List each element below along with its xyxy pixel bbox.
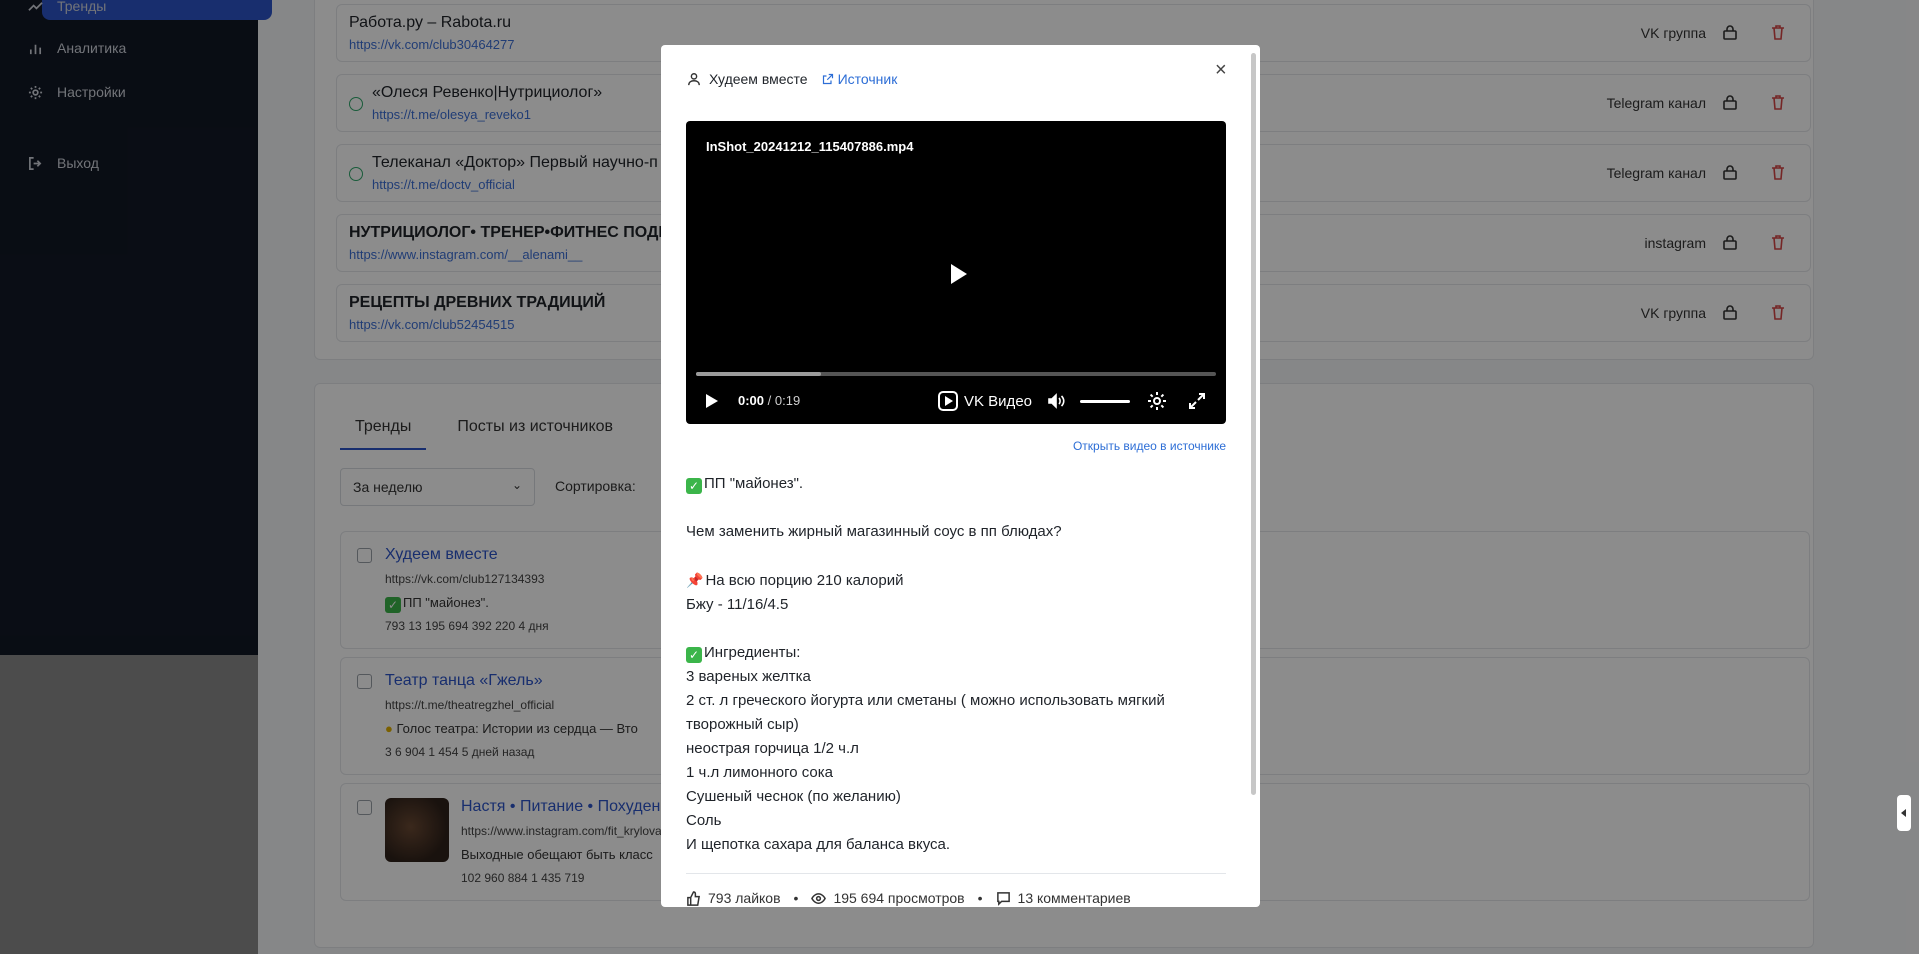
stats-separator: • — [977, 890, 983, 906]
volume-slider[interactable] — [1080, 400, 1130, 403]
post-blank-line — [686, 544, 1226, 568]
play-icon[interactable] — [951, 264, 967, 284]
modal-scrollbar[interactable] — [1251, 53, 1256, 795]
fullscreen-icon — [1189, 393, 1205, 409]
video-filename: InShot_20241212_115407886.mp4 — [706, 139, 914, 154]
volume-icon — [1048, 393, 1065, 409]
post-body: ✓ ПП "майонез". Чем заменить жирный магаз… — [686, 472, 1226, 857]
post-author: Худеем вместе — [709, 71, 808, 87]
user-icon — [688, 73, 700, 86]
volume-button[interactable] — [1046, 391, 1066, 411]
post-blank-line — [686, 617, 1226, 641]
post-line-text: Ингредиенты: — [704, 644, 801, 661]
post-line: ✓ ПП "майонез". — [686, 472, 1226, 496]
post-line: Бжу - 11/16/4.5 — [686, 596, 789, 613]
stats-separator: • — [793, 890, 799, 906]
likes-count: 793 лайков — [708, 890, 781, 906]
post-modal: Худеем вместе Источник × InShot_20241212… — [661, 45, 1260, 907]
video-player[interactable]: InShot_20241212_115407886.mp4 0:00 / 0:1… — [686, 121, 1226, 424]
video-current-time: 0:00 — [738, 393, 765, 408]
external-link-icon — [822, 73, 833, 85]
post-line: ✓ Ингредиенты: — [686, 641, 1226, 665]
panel-toggle-handle[interactable] — [1897, 795, 1911, 831]
eye-icon — [811, 892, 827, 904]
post-line: И щепотка сахара для баланса вкуса. — [686, 836, 951, 853]
post-stats-bar: 793 лайков • 195 694 просмотров • 13 ком… — [686, 890, 1131, 906]
vk-video-label: VK Видео — [964, 392, 1032, 410]
video-settings-button[interactable] — [1147, 391, 1167, 411]
play-button[interactable] — [706, 394, 718, 408]
checkmark-emoji-icon: ✓ — [686, 647, 702, 663]
pin-emoji-icon: 📌 — [686, 572, 704, 588]
post-line: 3 вареных желтка — [686, 668, 811, 685]
video-duration: / 0:19 — [767, 393, 801, 408]
video-time: 0:00 / 0:19 — [738, 393, 800, 408]
fullscreen-button[interactable] — [1187, 391, 1207, 411]
post-line: 2 ст. л греческого йогурта или сметаны (… — [686, 692, 1165, 733]
post-line: Чем заменить жирный магазинный соус в пп… — [686, 523, 1062, 540]
video-progress-fill — [696, 372, 821, 376]
video-progress-bar[interactable] — [696, 372, 1216, 376]
comments-count: 13 комментариев — [1017, 890, 1131, 906]
vk-video-brand[interactable]: VK Видео — [938, 391, 1032, 411]
comment-icon — [996, 891, 1010, 906]
post-blank-line — [686, 496, 1226, 520]
post-line: 1 ч.л лимонного сока — [686, 764, 834, 781]
stats-divider — [686, 873, 1226, 874]
source-link[interactable]: Источник — [822, 71, 898, 87]
views-count: 195 694 просмотров — [833, 890, 965, 906]
post-line: Соль — [686, 812, 722, 829]
open-video-in-source-link[interactable]: Открыть видео в источнике — [1073, 439, 1226, 453]
post-line-text: На всю порцию 210 калорий — [705, 572, 904, 589]
modal-header: Худеем вместе Источник — [687, 71, 897, 87]
post-line-text: ПП "майонез". — [704, 475, 804, 492]
checkmark-emoji-icon: ✓ — [686, 478, 702, 494]
gear-icon — [1148, 392, 1166, 410]
post-line: 📌 На всю порцию 210 калорий — [686, 568, 1226, 593]
post-line: Сушеный чеснок (по желанию) — [686, 788, 901, 805]
post-line: неострая горчица 1/2 ч.л — [686, 740, 859, 757]
close-button[interactable]: × — [1215, 59, 1227, 82]
source-link-label: Источник — [837, 71, 898, 87]
thumbs-up-icon — [687, 890, 701, 906]
vk-video-logo-icon — [938, 391, 958, 411]
